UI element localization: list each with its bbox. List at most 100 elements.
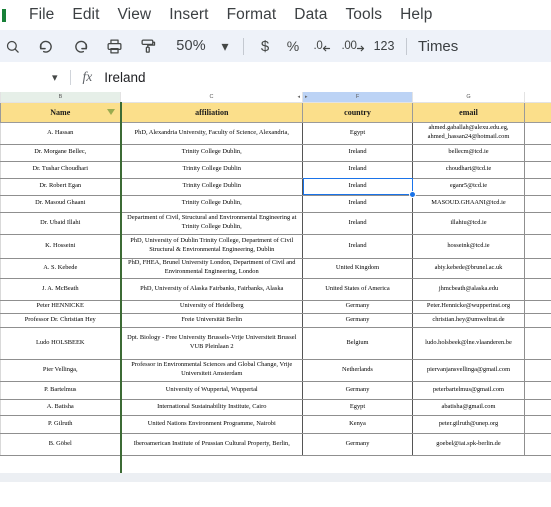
cell-name[interactable]: A. Hassan: [0, 121, 122, 145]
cell-email[interactable]: abiy.kebede@brunel.ac.uk: [412, 257, 525, 279]
chevron-down-icon[interactable]: ▾: [214, 33, 236, 59]
header-cell-empty[interactable]: [524, 101, 551, 123]
table-row[interactable]: Professor Dr. Christian Hey Freie Univers…: [0, 312, 551, 328]
cell-country[interactable]: Ireland: [302, 143, 413, 162]
fill-handle[interactable]: [408, 191, 416, 198]
cell-empty[interactable]: [524, 312, 551, 328]
chevron-left-icon[interactable]: ◂: [297, 94, 300, 100]
font-name-selector[interactable]: Times: [414, 33, 458, 59]
cell-country[interactable]: Ireland: [302, 233, 413, 259]
chevron-right-icon[interactable]: ▸: [305, 94, 308, 100]
table-row[interactable]: B. Göbel Iberoamerican Institute of Pruss…: [0, 432, 551, 456]
cell-affiliation[interactable]: Freie Universität Berlin: [120, 312, 303, 328]
cell-affiliation[interactable]: PhD, FHEA, Brunel University London, Dep…: [120, 257, 303, 279]
header-cell-name[interactable]: Name: [0, 101, 122, 123]
table-row[interactable]: Dr. Morgane Bellec, Trinity College Dubli…: [0, 143, 551, 162]
cell-country[interactable]: Ireland: [302, 194, 413, 213]
cell-affiliation[interactable]: Trinity College Dublin: [120, 177, 303, 196]
increase-decimal-button[interactable]: .00: [337, 33, 369, 59]
menu-item-insert[interactable]: Insert: [160, 6, 217, 24]
menu-item-view[interactable]: View: [109, 6, 161, 24]
currency-format-button[interactable]: $: [251, 33, 279, 59]
cell-empty[interactable]: [524, 326, 551, 360]
cell-empty[interactable]: [524, 299, 551, 314]
cell-country[interactable]: Germany: [302, 299, 413, 314]
redo-icon[interactable]: [66, 33, 94, 59]
trailing-cell-b[interactable]: [0, 455, 122, 473]
cell-email[interactable]: abatisha@gmail.com: [412, 398, 525, 416]
cell-affiliation[interactable]: Trinity College Dublin,: [120, 194, 303, 213]
cell-name[interactable]: P. Bartelmus: [0, 380, 122, 400]
cell-name[interactable]: Ludo HOLSBEEK: [0, 326, 122, 360]
cell-empty[interactable]: [524, 177, 551, 196]
cell-name[interactable]: Dr. Tushar Choudhari: [0, 160, 122, 179]
table-row[interactable]: Ludo HOLSBEEK Dpt. Biology - Free Univers…: [0, 326, 551, 360]
table-row[interactable]: P. Gilruth United Nations Environment Pro…: [0, 414, 551, 434]
cell-name[interactable]: Dr. Ubaid Illahi: [0, 211, 122, 235]
name-box-chevron-down-icon[interactable]: ▾: [52, 71, 58, 84]
trailing-cell-g[interactable]: [412, 455, 525, 473]
table-row[interactable]: Pier Vellinga, Professor in Environmental…: [0, 358, 551, 382]
cell-affiliation[interactable]: PhD, University of Alaska Fairbanks, Fai…: [120, 277, 303, 301]
trailing-cell-f[interactable]: [302, 455, 413, 473]
cell-email[interactable]: Peter.Hennicke@wupperinst.org: [412, 299, 525, 314]
cell-affiliation[interactable]: University of Wuppertal, Wuppertal: [120, 380, 303, 400]
table-row[interactable]: A. Batisha International Sustainability I…: [0, 398, 551, 416]
cell-name[interactable]: A. Batisha: [0, 398, 122, 416]
cell-country[interactable]: Egypt: [302, 398, 413, 416]
table-row[interactable]: A. Hassan PhD, Alexandria University, Fac…: [0, 121, 551, 145]
cell-country[interactable]: Belgium: [302, 326, 413, 360]
cell-empty[interactable]: [524, 160, 551, 179]
menu-item-format[interactable]: Format: [218, 6, 286, 24]
table-row[interactable]: A. S. Kebede PhD, FHEA, Brunel University…: [0, 257, 551, 279]
header-cell-email[interactable]: email: [412, 101, 525, 123]
cell-name[interactable]: B. Göbel: [0, 432, 122, 456]
cell-empty[interactable]: [524, 380, 551, 400]
cell-empty[interactable]: [524, 257, 551, 279]
formula-input[interactable]: Ireland: [104, 70, 145, 85]
cell-name[interactable]: Pier Vellinga,: [0, 358, 122, 382]
column-header-b[interactable]: B: [0, 92, 121, 103]
paint-format-icon[interactable]: [134, 33, 162, 59]
cell-empty[interactable]: [524, 277, 551, 301]
decrease-decimal-button[interactable]: .0: [307, 33, 337, 59]
column-header-c[interactable]: C ◂: [120, 92, 303, 103]
cell-affiliation[interactable]: Dpt. Biology - Free University Brussels-…: [120, 326, 303, 360]
cell-affiliation[interactable]: Trinity College Dublin,: [120, 143, 303, 162]
cell-email[interactable]: illahiu@tcd.ie: [412, 211, 525, 235]
cell-name[interactable]: Dr. Robert Egan: [0, 177, 122, 196]
column-header-f[interactable]: ▸ F: [302, 92, 413, 103]
cell-email[interactable]: bellecm@tcd.ie: [412, 143, 525, 162]
table-row[interactable]: Dr. Robert Egan Trinity College Dublin Ire…: [0, 177, 551, 196]
cell-empty[interactable]: [524, 414, 551, 434]
cell-empty[interactable]: [524, 211, 551, 235]
trailing-cell-c[interactable]: [120, 455, 303, 473]
cell-email[interactable]: MASOUD.GHAANI@tcd.ie: [412, 194, 525, 213]
menu-item-data[interactable]: Data: [285, 6, 336, 24]
cell-country[interactable]: Ireland: [302, 160, 413, 179]
cell-empty[interactable]: [524, 143, 551, 162]
undo-icon[interactable]: [32, 33, 60, 59]
menu-item-edit[interactable]: Edit: [63, 6, 108, 24]
menu-item-help[interactable]: Help: [391, 6, 441, 24]
cell-affiliation[interactable]: PhD, Alexandria University, Faculty of S…: [120, 121, 303, 145]
cell-country[interactable]: Germany: [302, 380, 413, 400]
menu-item-tools[interactable]: Tools: [336, 6, 391, 24]
cell-country[interactable]: Kenya: [302, 414, 413, 434]
cell-name[interactable]: A. S. Kebede: [0, 257, 122, 279]
cell-affiliation[interactable]: United Nations Environment Programme, Na…: [120, 414, 303, 434]
cell-country[interactable]: United Kingdom: [302, 257, 413, 279]
cell-empty[interactable]: [524, 233, 551, 259]
cell-email[interactable]: peterbartelmus@gmail.com: [412, 380, 525, 400]
number-format-button[interactable]: 123: [369, 33, 399, 59]
menu-item-file[interactable]: File: [20, 6, 63, 24]
cell-email[interactable]: ludo.holsbeek@lne.vlaanderen.be: [412, 326, 525, 360]
search-icon[interactable]: [2, 33, 22, 59]
print-icon[interactable]: [100, 33, 128, 59]
cell-name[interactable]: Peter HENNICKE: [0, 299, 122, 314]
cell-email[interactable]: peter.gilruth@unep.org: [412, 414, 525, 434]
cell-country[interactable]: Egypt: [302, 121, 413, 145]
cell-email[interactable]: christian.hey@umweltrat.de: [412, 312, 525, 328]
cell-name[interactable]: Dr. Morgane Bellec,: [0, 143, 122, 162]
zoom-level-value[interactable]: 50%: [168, 33, 214, 59]
